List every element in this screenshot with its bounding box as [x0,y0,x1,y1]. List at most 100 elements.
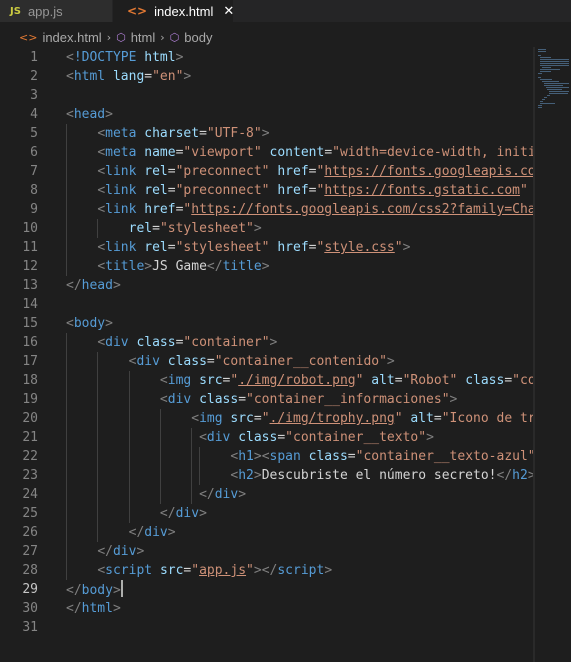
code-token: rel [144,183,168,198]
code-line[interactable]: 21 <div class="container__texto"> [0,428,535,447]
code-token: " [246,563,254,578]
code-token: div [214,487,239,502]
code-line[interactable]: 17 <div class="container__contenido"> [0,352,535,371]
code-line[interactable]: 23 <h2>Descubriste el número secreto!</h… [0,466,535,485]
code-line[interactable]: 6 <meta name="viewport" content="width=d… [0,143,535,162]
code-line[interactable]: 30 </html> [0,599,535,618]
code-text: <!DOCTYPE html> [66,48,183,67]
code-line[interactable]: 1 <!DOCTYPE html> [0,48,535,67]
code-line[interactable]: 25 </div> [0,504,535,523]
code-token: style.css [324,240,395,255]
breadcrumb-item-body[interactable]: body [184,30,212,45]
line-number: 31 [22,620,38,635]
code-token: title [105,259,145,274]
vertical-scrollbar[interactable] [533,47,535,662]
tab-index-html[interactable]: <> index.html ✕ [113,0,234,22]
code-line[interactable]: 16 <div class="container"> [0,333,535,352]
minimap[interactable] [538,47,571,117]
line-number: 28 [22,563,38,578]
code-token: </ [128,525,145,540]
code-line[interactable]: 14 [0,295,535,314]
code-token: script [277,563,325,578]
js-file-icon: JS [10,5,21,17]
code-token: "container__informaciones" [246,392,450,407]
code-line[interactable]: 13 </head> [0,276,535,295]
code-line[interactable]: 22 <h1><span class="container__texto-azu… [0,447,535,466]
tab-app-js[interactable]: JS app.js [0,0,113,22]
code-token: > [112,601,121,616]
code-line[interactable]: 5 <meta charset="UTF-8"> [0,124,535,143]
code-token: html [73,69,106,84]
code-token: body [81,583,113,598]
code-line[interactable]: 31 [0,618,535,637]
code-token: span [269,449,301,464]
code-line[interactable]: 2 <html lang="en"> [0,67,535,86]
minimap-line [540,69,560,70]
code-token: </ [66,278,82,293]
line-number: 7 [30,164,38,179]
code-line[interactable]: 20 <img src="./img/trophy.png" alt="Icon… [0,409,535,428]
line-number: 4 [30,107,38,122]
code-text: <div class="container__texto"> [66,428,434,447]
code-token: src [159,563,184,578]
code-line[interactable]: 4 <head> [0,105,535,124]
code-token: < [97,259,106,274]
code-line[interactable]: 3 [0,86,535,105]
code-token: = [253,411,262,426]
code-token: < [97,335,106,350]
code-line[interactable]: 12 <title>JS Game</title> [0,257,535,276]
code-token: src [230,411,254,426]
code-token: = [206,354,215,369]
code-line[interactable]: 11 <link rel="stylesheet" href="style.cs… [0,238,535,257]
code-line[interactable]: 28 <script src="app.js"></script> [0,561,535,580]
code-line[interactable]: 27 </div> [0,542,535,561]
code-text: </div> [66,542,144,561]
code-token: > [402,240,411,255]
close-icon[interactable]: ✕ [223,4,234,19]
code-token: head [73,107,106,122]
code-token: < [66,50,74,65]
code-token: = [238,392,247,407]
code-token: charset [144,126,200,141]
minimap-line [544,83,569,84]
breadcrumb-item-file[interactable]: index.html [42,30,101,45]
code-token: < [191,411,200,426]
code-token: > [199,506,207,521]
code-token: > [112,278,121,293]
code-token: h2 [238,468,254,483]
code-token: app.js [199,563,247,578]
code-line[interactable]: 7 <link rel="preconnect" href="https://f… [0,162,535,181]
code-token: > [261,259,270,274]
code-line[interactable]: 19 <div class="container__informaciones"… [0,390,535,409]
breadcrumb-item-html[interactable]: html [131,30,156,45]
code-token: link [105,164,137,179]
code-editor[interactable]: 1 <!DOCTYPE html> 2 <html lang="en"> 3 4 <head… [0,47,535,662]
html-file-icon: <> [127,4,148,18]
code-line[interactable]: 26 </div> [0,523,535,542]
code-line[interactable]: 8 <link rel="preconnect" href="https://f… [0,181,535,200]
line-number: 17 [22,354,38,369]
code-token: !DOCTYPE [73,50,137,65]
code-token: > [253,468,262,483]
code-line[interactable]: 9 <link href="https://fonts.googleapis.c… [0,200,535,219]
code-token: > [261,126,270,141]
code-token: class [308,449,348,464]
code-line[interactable]: 24 </div> [0,485,535,504]
code-line[interactable]: 15 <body> [0,314,535,333]
line-number: 30 [22,601,38,616]
code-token: > [144,259,153,274]
line-number: 27 [22,544,38,559]
code-line[interactable]: 10 rel="stylesheet"> [0,219,535,238]
code-token: body [73,316,106,331]
code-line[interactable]: 29 </body> [0,580,535,599]
minimap-line [540,65,569,66]
code-line[interactable]: 18 <img src="./img/robot.png" alt="Robot… [0,371,535,390]
